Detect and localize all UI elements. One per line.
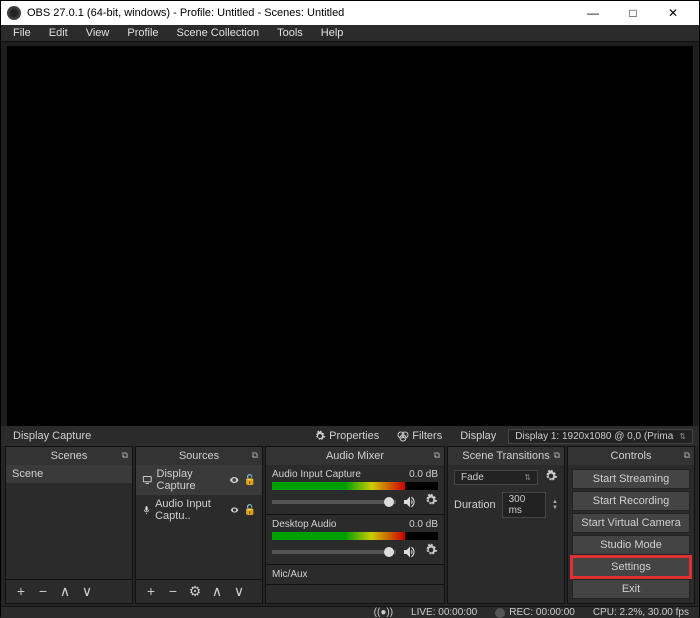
display-label: Display [454, 428, 502, 444]
display-icon [142, 474, 153, 486]
gear-icon [314, 430, 326, 442]
scene-item[interactable]: Scene [6, 465, 132, 483]
mute-button[interactable] [402, 494, 418, 510]
add-scene-button[interactable]: + [12, 583, 30, 600]
filters-button[interactable]: Filters [391, 428, 448, 444]
menu-edit[interactable]: Edit [41, 25, 76, 41]
audio-mixer-panel: Audio Mixer⧉ Audio Input Capture 0.0 dB D… [265, 446, 445, 604]
sources-header: Sources⧉ [136, 447, 262, 465]
minimize-button[interactable]: — [573, 1, 613, 25]
broadcast-icon: ((●)) [374, 607, 393, 618]
scene-up-button[interactable]: ∧ [56, 583, 74, 600]
popout-icon[interactable]: ⧉ [684, 450, 690, 461]
transition-settings-button[interactable] [544, 469, 558, 486]
window-title: OBS 27.0.1 (64-bit, windows) - Profile: … [27, 7, 344, 19]
source-item-display[interactable]: Display Capture 🔓 [136, 465, 262, 495]
menu-bar: File Edit View Profile Scene Collection … [1, 25, 699, 42]
source-item-audio[interactable]: Audio Input Captu.. 🔓 [136, 495, 262, 525]
scenes-header: Scenes⧉ [6, 447, 132, 465]
volume-slider[interactable] [272, 500, 396, 504]
control-exit-button[interactable]: Exit [572, 579, 690, 599]
duration-input[interactable]: 300 ms [502, 492, 546, 518]
control-start-streaming-button[interactable]: Start Streaming [572, 469, 690, 489]
properties-button[interactable]: Properties [308, 428, 385, 444]
sources-panel: Sources⧉ Display Capture 🔓 Audio Input C… [135, 446, 263, 604]
status-cpu: CPU: 2.2%, 30.00 fps [593, 607, 689, 618]
popout-icon[interactable]: ⧉ [434, 450, 440, 461]
channel-name: Audio Input Capture [272, 469, 361, 480]
filters-icon [397, 430, 409, 442]
popout-icon[interactable]: ⧉ [122, 450, 128, 461]
mixer-channel: Audio Input Capture 0.0 dB [266, 465, 444, 515]
channel-db: 0.0 dB [409, 519, 438, 530]
mixer-channel: Desktop Audio 0.0 dB [266, 515, 444, 565]
chevron-updown-icon: ⇅ [679, 432, 686, 441]
menu-view[interactable]: View [78, 25, 118, 41]
visibility-icon[interactable] [230, 504, 239, 516]
window-titlebar: OBS 27.0.1 (64-bit, windows) - Profile: … [1, 1, 699, 25]
lock-icon[interactable]: 🔓 [244, 505, 256, 516]
popout-icon[interactable]: ⧉ [252, 450, 258, 461]
mixer-channel: Mic/Aux [266, 565, 444, 585]
source-down-button[interactable]: ∨ [230, 583, 248, 600]
transitions-panel: Scene Transitions⧉ Fade⇅ Duration 300 ms… [447, 446, 565, 604]
menu-help[interactable]: Help [313, 25, 352, 41]
microphone-icon [142, 504, 151, 516]
controls-header: Controls⧉ [568, 447, 694, 465]
display-select[interactable]: Display 1: 1920x1080 @ 0,0 (Prima ⇅ [508, 429, 693, 444]
control-start-recording-button[interactable]: Start Recording [572, 491, 690, 511]
channel-name: Desktop Audio [272, 519, 337, 530]
duration-label: Duration [454, 499, 496, 511]
source-toolbar: Display Capture Properties Filters Displ… [1, 426, 699, 446]
audio-meter [272, 532, 438, 540]
maximize-button[interactable]: □ [613, 1, 653, 25]
mute-button[interactable] [402, 544, 418, 560]
channel-settings-button[interactable] [424, 543, 438, 560]
remove-scene-button[interactable]: − [34, 583, 52, 600]
remove-source-button[interactable]: − [164, 583, 182, 600]
source-settings-button[interactable]: ⚙ [186, 583, 204, 600]
selected-source-label: Display Capture [7, 426, 97, 446]
lock-icon[interactable]: 🔓 [244, 475, 256, 486]
preview-area[interactable] [7, 46, 693, 426]
close-button[interactable]: ✕ [653, 1, 693, 25]
status-live: LIVE: 00:00:00 [411, 607, 477, 618]
chevron-updown-icon: ⇅ [524, 473, 531, 482]
scenes-panel: Scenes⧉ Scene + − ∧ ∨ [5, 446, 133, 604]
menu-tools[interactable]: Tools [269, 25, 311, 41]
channel-db: 0.0 dB [409, 469, 438, 480]
sources-toolbar: + − ⚙ ∧ ∨ [136, 579, 262, 603]
add-source-button[interactable]: + [142, 583, 160, 600]
control-settings-button[interactable]: Settings [572, 557, 690, 577]
transitions-header: Scene Transitions⧉ [448, 447, 564, 465]
audio-meter [272, 482, 438, 490]
control-studio-mode-button[interactable]: Studio Mode [572, 535, 690, 555]
menu-file[interactable]: File [5, 25, 39, 41]
popout-icon[interactable]: ⧉ [554, 450, 560, 461]
status-bar: ((●)) LIVE: 00:00:00 REC: 00:00:00 CPU: … [1, 606, 699, 618]
mixer-header: Audio Mixer⧉ [266, 447, 444, 465]
obs-logo-icon [7, 6, 21, 20]
channel-name: Mic/Aux [272, 569, 308, 580]
dock-panels: Scenes⧉ Scene + − ∧ ∨ Sources⧉ Display C… [1, 446, 699, 606]
duration-spinner[interactable]: ▲▼ [552, 499, 558, 511]
visibility-icon[interactable] [229, 474, 240, 486]
controls-panel: Controls⧉ Start StreamingStart Recording… [567, 446, 695, 604]
menu-scene-collection[interactable]: Scene Collection [169, 25, 268, 41]
source-up-button[interactable]: ∧ [208, 583, 226, 600]
channel-settings-button[interactable] [424, 493, 438, 510]
control-start-virtual-camera-button[interactable]: Start Virtual Camera [572, 513, 690, 533]
volume-slider[interactable] [272, 550, 396, 554]
scenes-toolbar: + − ∧ ∨ [6, 579, 132, 603]
scene-down-button[interactable]: ∨ [78, 583, 96, 600]
status-rec: REC: 00:00:00 [495, 607, 575, 618]
rec-dot-icon [495, 608, 505, 618]
menu-profile[interactable]: Profile [119, 25, 166, 41]
transition-select[interactable]: Fade⇅ [454, 470, 538, 485]
